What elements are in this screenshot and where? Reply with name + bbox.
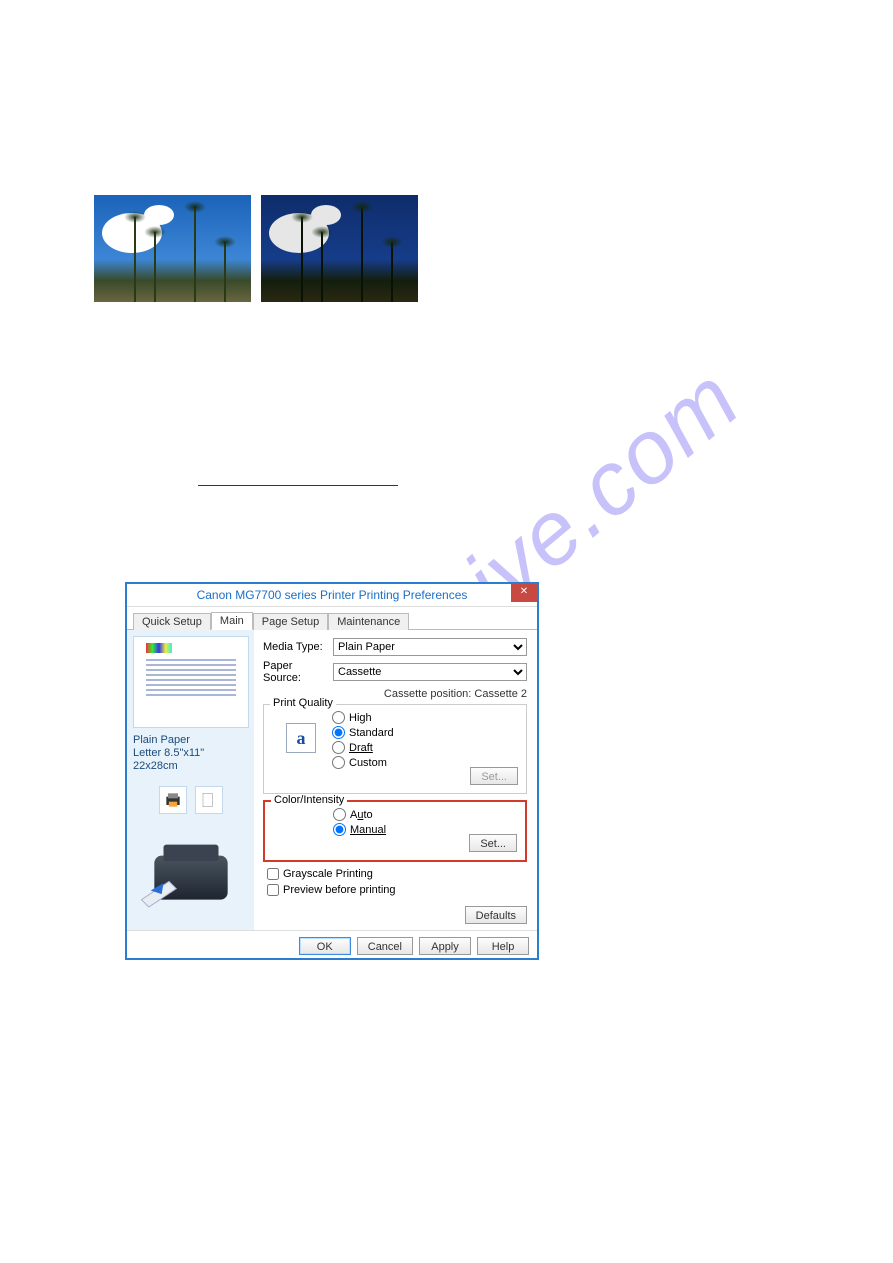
printing-preferences-dialog: Canon MG7700 series Printer Printing Pre… xyxy=(125,582,539,960)
preview-mode-printer-icon[interactable] xyxy=(159,786,187,814)
quality-high-radio[interactable]: High xyxy=(332,711,518,724)
color-set-button[interactable]: Set... xyxy=(469,834,517,852)
paper-source-label: Paper Source: xyxy=(263,660,333,684)
page-preview xyxy=(133,636,249,728)
grayscale-checkbox[interactable]: Grayscale Printing xyxy=(267,868,527,880)
color-intensity-group: Color/Intensity Auto Manual Set... xyxy=(263,800,527,862)
print-quality-title: Print Quality xyxy=(270,697,336,709)
tab-quick-setup[interactable]: Quick Setup xyxy=(133,613,211,630)
tab-page-setup[interactable]: Page Setup xyxy=(253,613,329,630)
color-auto-radio[interactable]: Auto xyxy=(333,808,517,821)
color-manual-label: Manual xyxy=(350,824,386,836)
dialog-tabs: Quick Setup Main Page Setup Maintenance xyxy=(127,607,537,630)
grayscale-label: Grayscale Printing xyxy=(283,868,373,880)
ok-button[interactable]: OK xyxy=(299,937,351,955)
paper-type-label: Plain Paper xyxy=(133,734,248,747)
sample-image-dark xyxy=(261,195,418,302)
document-link-area xyxy=(198,471,398,489)
printer-illustration xyxy=(133,828,248,923)
apply-button[interactable]: Apply xyxy=(419,937,471,955)
preview-pane: Plain Paper Letter 8.5"x11" 22x28cm xyxy=(127,630,255,930)
quality-set-button[interactable]: Set... xyxy=(470,767,518,785)
help-button[interactable]: Help xyxy=(477,937,529,955)
sample-images-row xyxy=(94,195,418,302)
cancel-button[interactable]: Cancel xyxy=(357,937,413,955)
close-icon: ✕ xyxy=(520,586,528,597)
color-manual-radio[interactable]: Manual xyxy=(333,823,517,836)
quality-sample-icon: a xyxy=(286,723,316,753)
defaults-button[interactable]: Defaults xyxy=(465,906,527,924)
quality-standard-radio[interactable]: Standard xyxy=(332,726,518,739)
document-link[interactable] xyxy=(198,471,398,486)
close-button[interactable]: ✕ xyxy=(511,584,537,602)
dialog-footer: OK Cancel Apply Help xyxy=(127,930,537,961)
dialog-body: Plain Paper Letter 8.5"x11" 22x28cm xyxy=(127,630,537,930)
media-type-label: Media Type: xyxy=(263,641,333,653)
tab-maintenance[interactable]: Maintenance xyxy=(328,613,409,630)
document-page: manualshive.com Canon MG7700 series Prin… xyxy=(0,0,893,1263)
preview-mode-page-icon[interactable] xyxy=(195,786,223,814)
media-type-select[interactable]: Plain Paper xyxy=(333,638,527,656)
color-intensity-title: Color/Intensity xyxy=(271,794,347,806)
quality-custom-label: Custom xyxy=(349,757,387,769)
print-quality-group: Print Quality a High Standard Draft xyxy=(263,704,527,794)
quality-high-label: High xyxy=(349,712,372,724)
settings-pane: Media Type: Plain Paper Paper Source: Ca… xyxy=(255,630,537,930)
preview-before-checkbox[interactable]: Preview before printing xyxy=(267,884,527,896)
paper-info: Plain Paper Letter 8.5"x11" 22x28cm xyxy=(133,734,248,774)
preview-before-label: Preview before printing xyxy=(283,884,396,896)
dialog-titlebar: Canon MG7700 series Printer Printing Pre… xyxy=(127,584,537,607)
quality-standard-label: Standard xyxy=(349,727,394,739)
quality-custom-radio[interactable]: Custom xyxy=(332,756,518,769)
color-auto-label: Auto xyxy=(350,809,373,821)
paper-source-select[interactable]: Cassette xyxy=(333,663,527,681)
tab-main[interactable]: Main xyxy=(211,612,253,630)
quality-draft-radio[interactable]: Draft xyxy=(332,741,518,754)
paper-size-label: Letter 8.5"x11" 22x28cm xyxy=(133,747,248,773)
dialog-title: Canon MG7700 series Printer Printing Pre… xyxy=(197,588,468,602)
sample-image-normal xyxy=(94,195,251,302)
quality-draft-label: Draft xyxy=(349,742,373,754)
